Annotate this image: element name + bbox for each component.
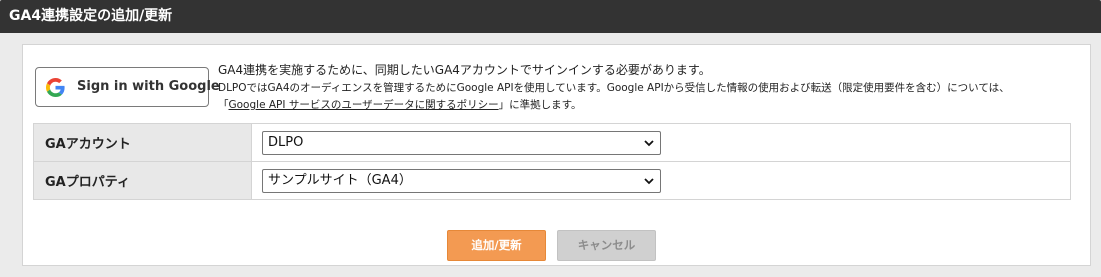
dialog-body: Sign in with Google GA4連携を実施するために、同期したいG… xyxy=(2,34,1099,275)
ga-property-select[interactable]: サンプルサイト（GA4） xyxy=(262,168,661,193)
signin-notice: GA4連携を実施するために、同期したいGA4アカウントでサインインする必要があり… xyxy=(218,61,1078,113)
ga-settings-table: GAアカウント DLPO GAプロパティ サンプルサイト（GA4） xyxy=(33,123,1071,200)
notice-api-text: DLPOではGA4のオーディエンスを管理するためにGoogle APIを使用して… xyxy=(218,82,1010,94)
policy-close-text: 」に準拠します。 xyxy=(498,99,582,111)
add-update-button[interactable]: 追加/更新 xyxy=(447,230,546,261)
policy-open-bracket: 「 xyxy=(218,99,229,111)
google-signin-label: Sign in with Google xyxy=(77,79,220,94)
ga-account-label: GAアカウント xyxy=(33,123,252,162)
ga-account-selected-value: DLPO xyxy=(268,134,304,150)
ga-account-row: GAアカウント DLPO xyxy=(33,123,1071,162)
ga-property-row: GAプロパティ サンプルサイト（GA4） xyxy=(33,161,1071,200)
settings-card: Sign in with Google GA4連携を実施するために、同期したいG… xyxy=(22,44,1091,266)
chevron-down-icon xyxy=(644,177,654,184)
ga-property-selected-value: サンプルサイト（GA4） xyxy=(268,172,412,188)
notice-main-text: GA4連携を実施するために、同期したいGA4アカウントでサインインする必要があり… xyxy=(218,63,711,77)
google-signin-button[interactable]: Sign in with Google xyxy=(35,67,220,107)
google-g-icon xyxy=(46,78,65,97)
dialog-title: GA4連携設定の追加/更新 xyxy=(0,0,1101,33)
ga-account-select[interactable]: DLPO xyxy=(262,130,661,155)
ga-property-label: GAプロパティ xyxy=(33,161,252,200)
chevron-down-icon xyxy=(644,139,654,146)
notice-policy-line: 「Google API サービスのユーザーデータに関するポリシー」に準拠します。 xyxy=(218,97,1078,113)
google-api-policy-link[interactable]: Google API サービスのユーザーデータに関するポリシー xyxy=(229,99,499,111)
cancel-button[interactable]: キャンセル xyxy=(557,230,656,261)
